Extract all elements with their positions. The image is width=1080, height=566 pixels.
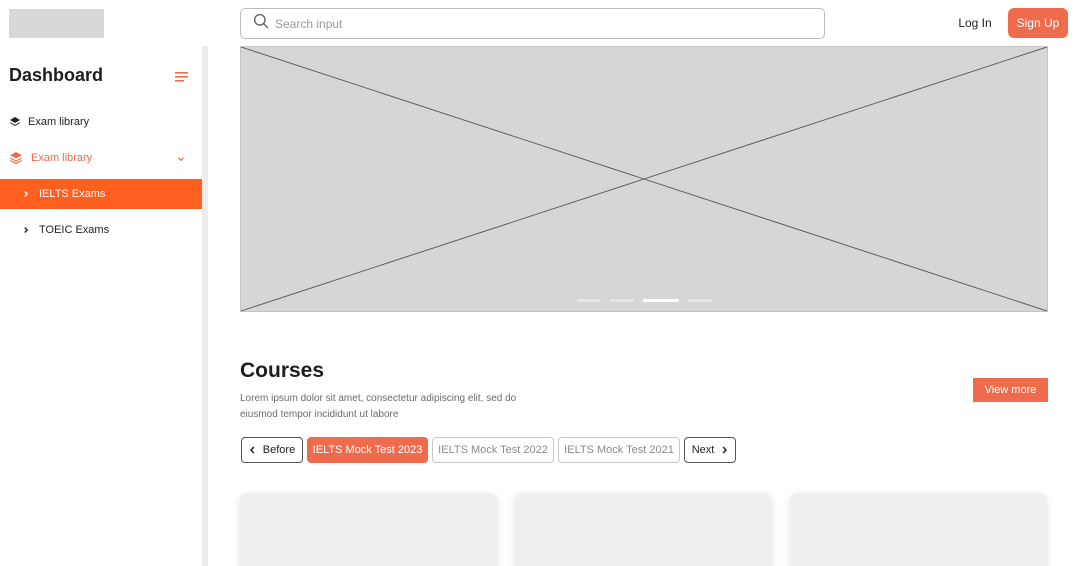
search-input[interactable] bbox=[275, 16, 795, 31]
chevron-right-icon bbox=[721, 446, 728, 454]
carousel-dots bbox=[577, 299, 712, 302]
carousel-dot-active[interactable] bbox=[643, 299, 679, 302]
sidebar-item-exam-library-expanded[interactable]: Exam library bbox=[0, 143, 202, 173]
sidebar-item-label: TOEIC Exams bbox=[39, 224, 110, 236]
carousel-dot[interactable] bbox=[688, 299, 712, 302]
chevron-down-icon[interactable] bbox=[177, 154, 185, 162]
tab-ielts-mock-test-2021[interactable]: IELTS Mock Test 2021 bbox=[558, 437, 680, 463]
tab-ielts-mock-test-2022[interactable]: IELTS Mock Test 2022 bbox=[432, 437, 554, 463]
course-card[interactable] bbox=[790, 493, 1047, 566]
before-button[interactable]: Before bbox=[241, 437, 303, 463]
sidebar-item-exam-library[interactable]: Exam library bbox=[0, 107, 202, 137]
sidebar-divider bbox=[202, 46, 208, 566]
course-card[interactable] bbox=[515, 493, 772, 566]
page: Log In Sign Up Dashboard Exam library Ex… bbox=[0, 0, 1080, 566]
next-button[interactable]: Next bbox=[684, 437, 736, 463]
courses-title: Courses bbox=[240, 359, 325, 382]
course-card[interactable] bbox=[240, 493, 497, 566]
sidebar-item-toeic-exams[interactable]: TOEIC Exams bbox=[0, 215, 202, 245]
chevron-right-icon bbox=[22, 226, 30, 234]
search-bar[interactable] bbox=[240, 8, 825, 39]
image-placeholder-icon bbox=[241, 47, 1047, 311]
view-more-button[interactable]: View more bbox=[973, 378, 1048, 402]
sidebar-item-label: IELTS Exams bbox=[39, 188, 106, 200]
sidebar-title: Dashboard bbox=[9, 65, 104, 85]
chevron-right-icon bbox=[22, 190, 30, 198]
next-label: Next bbox=[691, 444, 715, 456]
carousel-dot[interactable] bbox=[610, 299, 634, 302]
before-label: Before bbox=[262, 444, 296, 456]
layers-icon bbox=[9, 151, 23, 165]
sidebar-item-label: Exam library bbox=[28, 116, 90, 128]
logo-placeholder[interactable] bbox=[9, 9, 104, 38]
tab-ielts-mock-test-2023[interactable]: IELTS Mock Test 2023 bbox=[307, 437, 428, 463]
chevron-left-icon bbox=[249, 446, 256, 454]
layers-icon bbox=[9, 116, 21, 128]
courses-description: Lorem ipsum dolor sit amet, consectetur … bbox=[240, 393, 517, 420]
sidebar-item-ielts-exams[interactable]: IELTS Exams bbox=[0, 179, 202, 209]
menu-icon[interactable] bbox=[175, 69, 188, 82]
banner-image-placeholder bbox=[240, 46, 1048, 312]
login-link[interactable]: Log In bbox=[948, 9, 1002, 37]
signup-button[interactable]: Sign Up bbox=[1008, 8, 1068, 38]
search-icon bbox=[253, 13, 269, 34]
carousel-dot[interactable] bbox=[577, 299, 601, 302]
sidebar-item-label: Exam library bbox=[31, 152, 93, 164]
